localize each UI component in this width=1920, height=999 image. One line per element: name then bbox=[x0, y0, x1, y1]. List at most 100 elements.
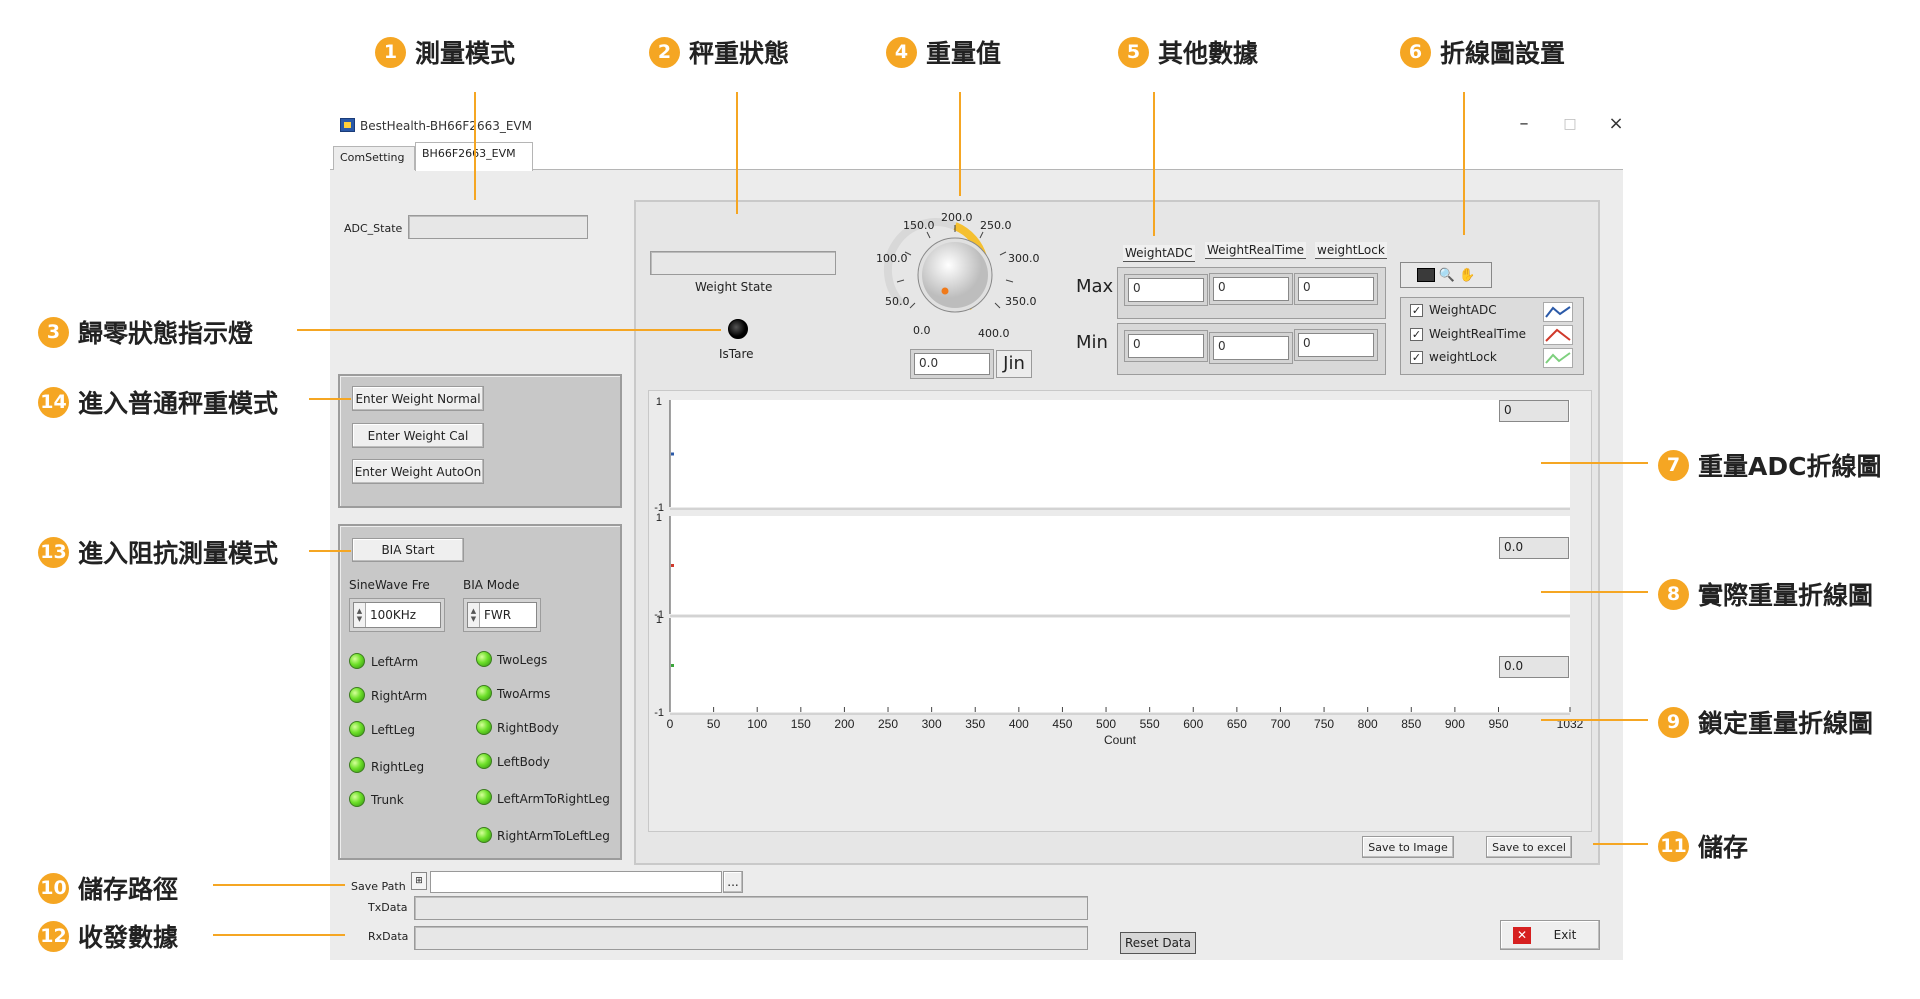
x-tick-label: 400 bbox=[1009, 717, 1029, 731]
checkbox[interactable]: ✓ bbox=[1410, 303, 1423, 317]
col-weightadc: WeightADC bbox=[1123, 245, 1195, 262]
browse-button[interactable]: ... bbox=[723, 871, 743, 893]
callout-chart-settings: 6 折線圖設置 bbox=[1400, 34, 1565, 70]
istare-indicator-icon bbox=[728, 319, 748, 339]
maximize-button[interactable]: □ bbox=[1556, 116, 1584, 132]
chart-lock-readout: 0.0 bbox=[1499, 656, 1569, 678]
x-axis-label: Count bbox=[1104, 733, 1137, 747]
weight-value-display: 0.0 bbox=[914, 353, 990, 375]
led-label: LeftBody bbox=[497, 755, 550, 769]
x-tick-label: 700 bbox=[1270, 717, 1290, 731]
sinewave-frame: ▲ ▼ 100KHz bbox=[349, 598, 445, 632]
save-path-label: Save Path bbox=[351, 880, 406, 893]
weight-state-label: Weight State bbox=[695, 280, 773, 294]
callout-adc-chart: 7 重量ADC折線圖 bbox=[1658, 447, 1881, 483]
y-tick-label: -1 bbox=[654, 707, 664, 719]
checkbox[interactable]: ✓ bbox=[1410, 327, 1423, 341]
min-label: Min bbox=[1076, 332, 1108, 353]
callout-line bbox=[1541, 591, 1648, 593]
enter-weight-cal-button[interactable]: Enter Weight Cal bbox=[352, 423, 484, 448]
txdata-label: TxData bbox=[368, 901, 408, 914]
callout-impedance-mode: 13 進入阻抗測量模式 bbox=[38, 534, 278, 570]
chart-realtime-readout: 0.0 bbox=[1499, 537, 1569, 559]
y-tick-label: 1 bbox=[656, 614, 662, 626]
spin-arrows-icon[interactable]: ▲ ▼ bbox=[354, 603, 366, 627]
max-weightrealtime-frame: 0 bbox=[1209, 273, 1293, 305]
callout-weight-value: 4 重量值 bbox=[886, 34, 1001, 70]
callout-line bbox=[474, 92, 476, 200]
weight-charts[interactable]: 1-11-11-10 50 100 150 200 250 300 350 400 450 500 5… bbox=[648, 390, 1592, 832]
led-trunk-icon bbox=[349, 791, 365, 807]
weight-value-frame: 0.0 bbox=[910, 349, 994, 379]
led-label: TwoArms bbox=[497, 687, 551, 701]
x-tick-label: 150 bbox=[791, 717, 811, 731]
legend-weightadc[interactable]: ✓ WeightADC bbox=[1410, 303, 1497, 317]
graph-palette-icon[interactable] bbox=[1416, 268, 1435, 282]
x-tick-label: 800 bbox=[1358, 717, 1378, 731]
max-weightlock: 0 bbox=[1298, 277, 1374, 301]
bia-mode-select[interactable]: ▲ ▼ FWR bbox=[467, 602, 537, 628]
exit-button[interactable]: ✕ Exit bbox=[1500, 920, 1600, 950]
max-weightadc: 0 bbox=[1128, 278, 1204, 302]
plot-area bbox=[670, 618, 1570, 712]
enter-weight-autoon-button[interactable]: Enter Weight AutoOn bbox=[352, 459, 484, 484]
sinewave-label: SineWave Fre bbox=[349, 578, 430, 592]
minimize-button[interactable]: – bbox=[1510, 113, 1538, 134]
min-weightlock: 0 bbox=[1298, 333, 1374, 357]
bia-mode-frame: ▲ ▼ FWR bbox=[463, 598, 541, 632]
dial-tick: 250.0 bbox=[980, 219, 1012, 232]
x-tick-label: 450 bbox=[1052, 717, 1072, 731]
max-label: Max bbox=[1076, 276, 1114, 297]
legend-weightlock[interactable]: ✓ weightLock bbox=[1410, 350, 1497, 364]
callout-line bbox=[1541, 462, 1648, 464]
dial-tick: 300.0 bbox=[1008, 252, 1040, 265]
sinewave-select[interactable]: ▲ ▼ 100KHz bbox=[353, 602, 441, 628]
led-label: RightBody bbox=[497, 721, 559, 735]
enter-weight-normal-button[interactable]: Enter Weight Normal bbox=[352, 386, 484, 411]
save-to-excel-button[interactable]: Save to excel bbox=[1486, 836, 1572, 858]
zoom-icon[interactable]: 🔍 bbox=[1439, 268, 1455, 283]
pan-hand-icon[interactable]: ✋ bbox=[1459, 268, 1475, 283]
callout-line bbox=[309, 550, 351, 552]
adc-state-field bbox=[408, 215, 588, 239]
istare-label: IsTare bbox=[719, 347, 754, 361]
max-weightrealtime: 0 bbox=[1213, 277, 1289, 301]
callout-tare-indicator: 3 歸零狀態指示燈 bbox=[38, 314, 253, 350]
app-icon bbox=[340, 118, 355, 132]
close-button[interactable]: × bbox=[1602, 113, 1630, 134]
line-style-realtime-icon[interactable] bbox=[1543, 325, 1573, 345]
min-weightrealtime: 0 bbox=[1213, 336, 1289, 360]
legend-weightrealtime[interactable]: ✓ WeightRealTime bbox=[1410, 327, 1526, 341]
tab-comsetting[interactable]: ComSetting bbox=[333, 146, 415, 170]
led-label: RightLeg bbox=[371, 760, 425, 774]
checkbox[interactable]: ✓ bbox=[1410, 350, 1423, 364]
window-title: BestHealth-BH66F2663_EVM bbox=[360, 119, 532, 133]
reset-data-button[interactable]: Reset Data bbox=[1120, 932, 1196, 954]
x-tick-label: 50 bbox=[707, 717, 721, 731]
bia-start-button[interactable]: BIA Start bbox=[352, 538, 464, 562]
dial-tick: 350.0 bbox=[1005, 295, 1037, 308]
led-rightarmtoleftleg-icon bbox=[476, 827, 492, 843]
max-weightadc-frame: 0 bbox=[1124, 274, 1208, 306]
callout-tx-rx-data: 12 收發數據 bbox=[38, 918, 178, 954]
series-point-weightadc bbox=[671, 452, 674, 456]
callout-line bbox=[1541, 719, 1648, 721]
spin-arrows-icon[interactable]: ▲ ▼ bbox=[468, 603, 480, 627]
txdata-field bbox=[414, 896, 1088, 920]
x-tick-label: 350 bbox=[965, 717, 985, 731]
led-twoarms-icon bbox=[476, 685, 492, 701]
save-path-input[interactable] bbox=[430, 871, 722, 893]
callout-weigh-state: 2 秤重狀態 bbox=[649, 34, 789, 70]
min-weightrealtime-frame: 0 bbox=[1209, 332, 1293, 364]
y-tick-label: 1 bbox=[656, 512, 662, 524]
callout-measure-mode: 1 測量模式 bbox=[375, 34, 515, 70]
x-tick-label: 200 bbox=[834, 717, 854, 731]
dial-tick: 150.0 bbox=[903, 219, 935, 232]
col-weightrealtime: WeightRealTime bbox=[1205, 242, 1307, 259]
path-type-icon[interactable]: ⊞ bbox=[411, 872, 427, 890]
line-style-lock-icon[interactable] bbox=[1543, 348, 1573, 368]
save-to-image-button[interactable]: Save to Image bbox=[1362, 836, 1454, 858]
line-style-adc-icon[interactable] bbox=[1543, 302, 1573, 322]
adc-state-label: ADC_State bbox=[344, 222, 403, 235]
callout-line bbox=[736, 92, 738, 214]
